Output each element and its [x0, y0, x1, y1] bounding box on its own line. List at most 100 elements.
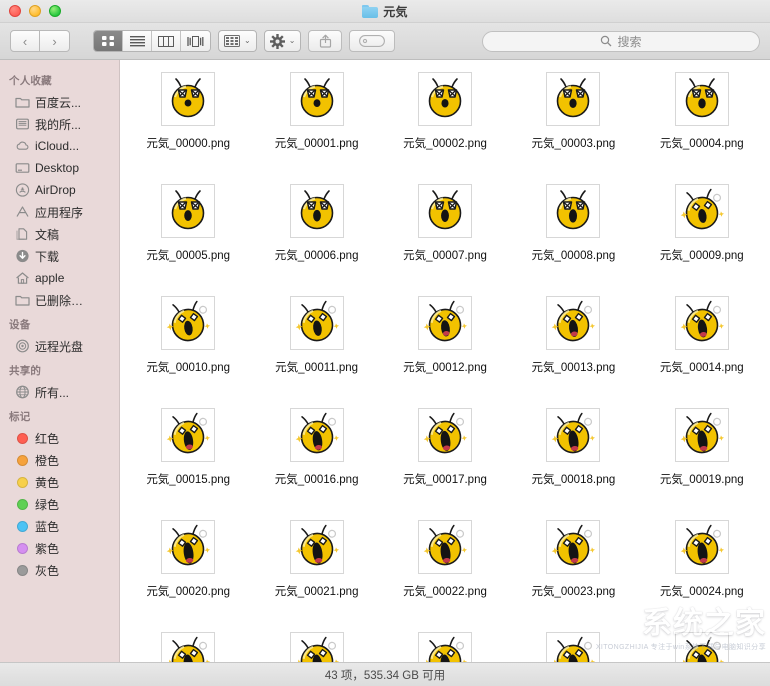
sidebar-item-icloud[interactable]: iCloud... [0, 135, 119, 157]
file-item[interactable]: 元気_00027.png [381, 626, 509, 662]
sidebar-item-apple[interactable]: apple [0, 267, 119, 289]
sidebar-item-下载[interactable]: 下载 [0, 245, 119, 267]
file-name: 元気_00013.png [531, 362, 616, 374]
applications-icon [15, 206, 29, 217]
sidebar-item-文稿[interactable]: 文稿 [0, 223, 119, 245]
file-name: 元気_00012.png [403, 362, 487, 374]
sidebar-item-label: 应用程序 [35, 205, 84, 220]
file-thumbnail [161, 184, 216, 238]
file-item[interactable]: 元気_00002.png [381, 66, 509, 178]
view-mode-segmented-control [93, 30, 211, 52]
sidebar-item-所有[interactable]: 所有... [0, 381, 119, 403]
sidebar-item-橙色[interactable]: 橙色 [0, 449, 119, 471]
sidebar-item-百度云[interactable]: 百度云... [0, 91, 119, 113]
file-thumbnail [417, 72, 472, 126]
traffic-lights [0, 5, 61, 17]
file-item[interactable]: 元気_00017.png [381, 402, 509, 514]
column-view-button[interactable] [152, 31, 181, 51]
action-button[interactable]: ⌄ [263, 30, 302, 52]
file-name: 元気_00004.png [659, 138, 744, 150]
file-name: 元気_00011.png [275, 362, 359, 374]
file-item[interactable]: 元気_00003.png [509, 66, 637, 178]
icon-view-button[interactable] [94, 31, 123, 51]
file-item[interactable]: 元気_00005.png [124, 178, 252, 290]
sidebar-item-绿色[interactable]: 绿色 [0, 493, 119, 515]
file-item[interactable]: 元気_00012.png [381, 290, 509, 402]
sidebar-item-红色[interactable]: 红色 [0, 427, 119, 449]
file-item[interactable]: 元気_00006.png [252, 178, 380, 290]
maximize-button[interactable] [49, 5, 61, 17]
tag-dot-icon [16, 432, 28, 444]
file-item[interactable]: 元気_00023.png [509, 514, 637, 626]
emoticon-face-icon [295, 300, 339, 342]
file-item[interactable]: 元気_00019.png [638, 402, 766, 514]
file-item[interactable]: 元気_00022.png [381, 514, 509, 626]
list-view-button[interactable] [123, 31, 152, 51]
file-item[interactable]: 元気_00016.png [252, 402, 380, 514]
home-icon [15, 272, 29, 284]
file-item[interactable]: 元気_00010.png [124, 290, 252, 402]
back-button[interactable]: ‹ [10, 30, 40, 52]
coverflow-view-button[interactable] [181, 31, 210, 51]
forward-button[interactable]: › [40, 30, 70, 52]
sidebar-item-灰色[interactable]: 灰色 [0, 559, 119, 581]
emoticon-face-icon [166, 300, 211, 342]
file-name: 元気_00000.png [146, 138, 231, 150]
chevron-down-icon: ⌄ [244, 36, 251, 45]
file-item[interactable]: 元気_00015.png [124, 402, 252, 514]
file-item[interactable]: 元気_00001.png [252, 66, 380, 178]
sidebar-item-蓝色[interactable]: 蓝色 [0, 515, 119, 537]
navigation-buttons: ‹ › [10, 30, 70, 52]
file-item[interactable]: 元気_00008.png [509, 178, 637, 290]
file-item[interactable]: 元気_00000.png [124, 66, 252, 178]
file-item[interactable]: 元気_00007.png [381, 178, 509, 290]
file-item[interactable]: 元気_00018.png [509, 402, 637, 514]
file-browser[interactable]: 元気_00000.png 元気_00001.png 元気_00002.png 元… [120, 60, 770, 662]
file-item[interactable]: 元気_00021.png [252, 514, 380, 626]
tag-dot-icon [14, 518, 30, 534]
downloads-icon [15, 249, 29, 263]
file-thumbnail [546, 72, 601, 126]
sidebar-item-label: 远程光盘 [35, 339, 84, 354]
tag-button[interactable] [349, 30, 396, 52]
file-thumbnail [546, 296, 601, 350]
arrange-button[interactable]: ⌄ [218, 30, 257, 52]
file-item[interactable]: 元気_00026.png [252, 626, 380, 662]
tag-dot-icon [16, 520, 28, 532]
sidebar-item-airdrop[interactable]: AirDrop [0, 179, 119, 201]
file-name: 元気_00022.png [403, 586, 487, 598]
file-item[interactable]: 元気_00011.png [252, 290, 380, 402]
file-name: 元気_00021.png [274, 586, 359, 598]
sidebar-item-黄色[interactable]: 黄色 [0, 471, 119, 493]
desktop-icon [15, 163, 29, 173]
close-button[interactable] [9, 5, 21, 17]
sidebar-item-desktop[interactable]: Desktop [0, 157, 119, 179]
file-item[interactable]: 元気_00020.png [124, 514, 252, 626]
file-thumbnail [674, 408, 729, 462]
sidebar-item-已删除[interactable]: 已删除… [0, 289, 119, 311]
sidebar-item-应用程序[interactable]: 应用程序 [0, 201, 119, 223]
file-item[interactable]: 元気_00009.png [638, 178, 766, 290]
file-item[interactable]: 元気_00014.png [638, 290, 766, 402]
sidebar-item-我的所[interactable]: 我的所... [0, 113, 119, 135]
file-item[interactable]: 元気_00013.png [509, 290, 637, 402]
title-bar: 元気 [0, 0, 770, 23]
search-field[interactable]: 搜索 [482, 30, 760, 52]
emoticon-face-icon [428, 190, 462, 230]
sidebar-item-远程光盘[interactable]: 远程光盘 [0, 335, 119, 357]
file-name: 元気_00017.png [403, 474, 487, 486]
file-thumbnail [161, 408, 216, 462]
sidebar-item-紫色[interactable]: 紫色 [0, 537, 119, 559]
emoticon-face-icon [557, 78, 590, 118]
file-item[interactable]: 元気_00004.png [638, 66, 766, 178]
watermark-house-icon [666, 586, 752, 642]
file-item[interactable]: 元気_00025.png [124, 626, 252, 662]
file-name: 元気_00016.png [274, 474, 359, 486]
share-button[interactable] [308, 30, 343, 52]
file-thumbnail [546, 184, 601, 238]
sidebar-item-label: 绿色 [35, 497, 60, 512]
minimize-button[interactable] [29, 5, 41, 17]
file-item[interactable]: 元気_00028.png [509, 626, 637, 662]
file-thumbnail [417, 296, 472, 350]
file-grid: 元気_00000.png 元気_00001.png 元気_00002.png 元… [120, 60, 770, 662]
